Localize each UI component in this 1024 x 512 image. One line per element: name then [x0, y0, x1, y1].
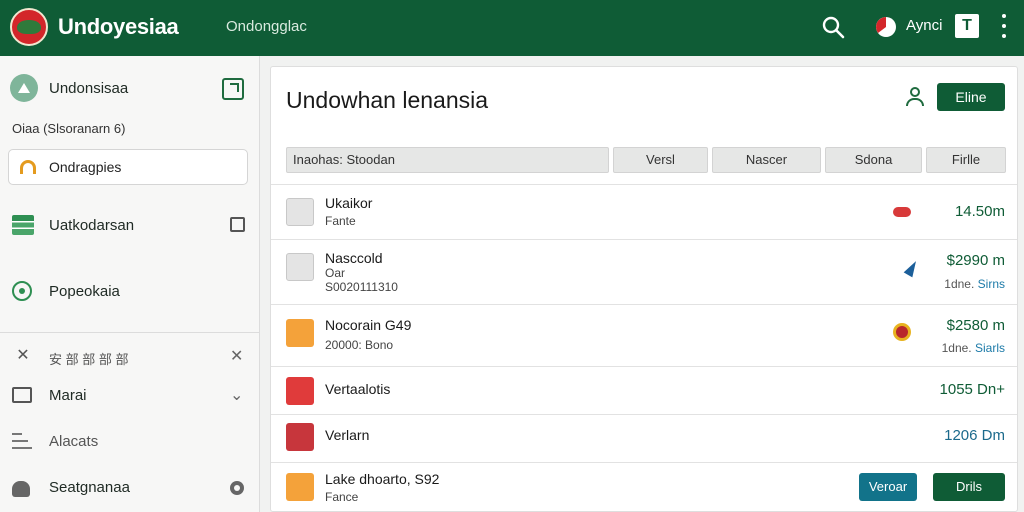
gear-icon [12, 281, 32, 301]
settings-dot-icon[interactable] [230, 481, 244, 495]
sidebar-item-label: Marai [49, 387, 87, 404]
tag-icon [893, 207, 911, 217]
sidebar-divider [0, 332, 259, 333]
table-row[interactable]: Ukaikor Fante 14.50m [271, 184, 1017, 239]
row-note: 1dne. Sirns [944, 277, 1005, 291]
row-note-prefix: 1dne. [944, 277, 975, 291]
sidebar-item-seatgnanaa[interactable]: Seatgnanaa [12, 473, 252, 503]
add-person-icon[interactable] [905, 87, 925, 107]
checkbox[interactable] [230, 217, 245, 232]
sidebar-item-label: Alacats [49, 433, 99, 450]
sidebar-item-popeokaia[interactable]: Popeokaia [12, 277, 252, 307]
sidebar-item-marai[interactable]: Marai ⌄ [12, 381, 252, 411]
sidebar-search-input[interactable]: Ondragpies [8, 149, 248, 185]
row-note-prefix: 1dne. [941, 341, 972, 355]
top-app-bar: Undoyesiaa Ondongglac Aynci T [0, 0, 1024, 56]
sidebar-item-label: 安 部 部 部 部 [49, 352, 129, 367]
sidebar-subtext: Oiaa (Slsoranarn 6) [12, 121, 126, 136]
sidebar-item-label: Seatgnanaa [49, 479, 130, 496]
app-logo-icon[interactable] [10, 8, 48, 46]
filter-bar: Inaohas: Stoodan Versl Nascer Sdona Firl… [286, 147, 1006, 173]
row-subtitle: Fance [325, 490, 359, 504]
primary-action-button[interactable]: Eline [937, 83, 1005, 111]
item-thumbnail [286, 473, 314, 501]
avatar[interactable] [10, 74, 38, 102]
row-code: S0020111310 [325, 280, 398, 294]
item-thumbnail [286, 319, 314, 347]
table-row[interactable]: Lake dhoarto, S92 Fance Veroar Drils [271, 462, 1017, 511]
profile-name: Undonsisaa [49, 80, 129, 97]
sidebar-profile[interactable]: Undonsisaa [10, 74, 250, 104]
drils-button[interactable]: Drils [933, 473, 1005, 501]
list-icon [12, 431, 34, 451]
row-note-link[interactable]: Siarls [975, 341, 1005, 355]
sidebar-item-alacats[interactable]: Alacats [12, 427, 252, 457]
row-subtitle: Fante [325, 214, 356, 228]
row-title: Verlarn [325, 427, 370, 443]
row-title: Vertaalotis [325, 381, 391, 397]
table-row[interactable]: Nasccold Oar S0020111310 $2990 m 1dne. S… [271, 239, 1017, 304]
page-title: Undowhan lenansia [286, 87, 489, 113]
row-title: Lake dhoarto, S92 [325, 471, 440, 487]
item-thumbnail [286, 377, 314, 405]
table-row[interactable]: Verlarn 1206 Dm [271, 414, 1017, 462]
row-title: Nasccold [325, 250, 383, 266]
row-amount: $2580 m [946, 317, 1005, 334]
row-amount: $2990 m [946, 252, 1005, 269]
filter-sdona[interactable]: Sdona [825, 147, 922, 173]
sidebar: Undonsisaa Oiaa (Slsoranarn 6) Ondragpie… [0, 56, 260, 512]
arrow-icon [903, 258, 921, 278]
filter-nascer[interactable]: Nascer [712, 147, 821, 173]
row-subtitle: 20000: Bono [325, 338, 394, 352]
header-subtitle[interactable]: Ondongglac [226, 18, 307, 35]
veroar-button[interactable]: Veroar [859, 473, 917, 501]
table-row[interactable]: Nocorain G49 20000: Bono $2580 m 1dne. S… [271, 304, 1017, 366]
more-vert-icon[interactable] [1000, 14, 1008, 38]
main-panel: Undowhan lenansia Eline Inaohas: Stoodan… [270, 66, 1018, 512]
search-icon[interactable] [820, 14, 846, 40]
mark-icon: ✕ [16, 347, 30, 364]
app-title: Undoyesiaa [58, 14, 179, 39]
row-amount: 14.50m [954, 203, 1005, 220]
notification-icon[interactable] [874, 15, 898, 39]
spreadsheet-icon [12, 215, 34, 235]
item-thumbnail [286, 198, 314, 226]
filter-versl[interactable]: Versl [613, 147, 708, 173]
row-note: 1dne. Siarls [942, 341, 1005, 355]
row-subtitle: Oar [325, 266, 346, 280]
ball-icon [893, 323, 911, 341]
row-title: Ukaikor [325, 195, 373, 211]
close-icon[interactable]: ✕ [230, 346, 243, 366]
item-thumbnail [286, 423, 314, 451]
sidebar-item-label: Uatkodarsan [49, 217, 135, 234]
text-format-button[interactable]: T [955, 14, 979, 38]
sidebar-item-uatkodarsan[interactable]: Uatkodarsan [12, 211, 252, 241]
table-row[interactable]: Vertaalotis 1055 Dn+ [271, 366, 1017, 414]
filter-search[interactable]: Inaohas: Stoodan [286, 147, 609, 173]
sidebar-item-mark[interactable]: ✕ 安 部 部 部 部 ✕ [12, 342, 252, 372]
filter-firlle[interactable]: Firlle [926, 147, 1006, 173]
search-placeholder: Ondragpies [49, 159, 122, 175]
person-icon [12, 481, 30, 497]
monitor-icon [12, 387, 32, 403]
item-thumbnail [286, 253, 314, 281]
search-arc-icon [20, 160, 36, 174]
row-amount: 1055 Dn+ [939, 381, 1005, 398]
sidebar-item-label: Popeokaia [49, 283, 120, 300]
row-amount: 1206 Dm [944, 427, 1005, 444]
user-menu-label[interactable]: Aynci [906, 17, 942, 34]
row-title: Nocorain G49 [325, 317, 412, 333]
chevron-down-icon[interactable]: ⌄ [230, 385, 243, 405]
row-note-link[interactable]: Sirns [978, 277, 1005, 291]
edit-icon[interactable] [222, 78, 244, 100]
